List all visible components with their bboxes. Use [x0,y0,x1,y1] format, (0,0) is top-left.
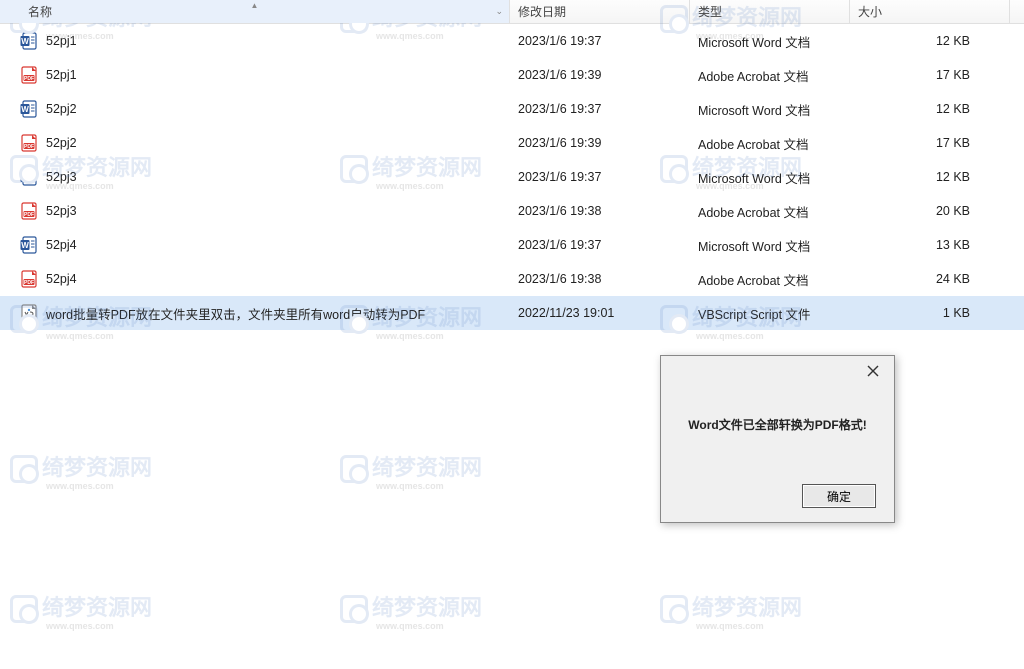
file-name-cell[interactable]: 52pj4 [0,236,510,254]
file-name-text: 52pj1 [46,34,77,48]
column-type-label: 类型 [698,3,722,20]
word-file-icon [20,236,38,254]
file-type-cell: Microsoft Word 文档 [690,32,850,51]
column-date-label: 修改日期 [518,3,566,20]
file-date-cell: 2023/1/6 19:37 [510,170,690,184]
file-size-cell: 13 KB [850,238,1010,252]
file-type-cell: VBScript Script 文件 [690,304,850,323]
file-size-cell: 1 KB [850,306,1010,320]
file-type-cell: Adobe Acrobat 文档 [690,202,850,221]
close-icon[interactable] [860,360,886,382]
pdf-file-icon [20,202,38,220]
file-row[interactable]: 52pj3 2023/1/6 19:38Adobe Acrobat 文档20 KB [0,194,1024,228]
file-date-cell: 2022/11/23 19:01 [510,306,690,320]
file-name-text: 52pj4 [46,272,77,286]
file-type-cell: Adobe Acrobat 文档 [690,270,850,289]
word-file-icon [20,32,38,50]
dialog-message: Word文件已全部轩换为PDF格式! [661,386,894,443]
file-name-cell[interactable]: 52pj3 [0,168,510,186]
file-name-text: 52pj4 [46,238,77,252]
file-name-cell[interactable]: word批量转PDF放在文件夹里双击，文件夹里所有word自动转为PDF [0,304,510,323]
file-row[interactable]: 52pj1 2023/1/6 19:37Microsoft Word 文档12 K… [0,24,1024,58]
message-dialog: Word文件已全部轩换为PDF格式! 确定 [660,355,895,523]
file-row[interactable]: word批量转PDF放在文件夹里双击，文件夹里所有word自动转为PDF 2022… [0,296,1024,330]
pdf-file-icon [20,270,38,288]
file-row[interactable]: 52pj3 2023/1/6 19:37Microsoft Word 文档12 K… [0,160,1024,194]
file-name-cell[interactable]: 52pj4 [0,270,510,288]
watermark-text: 绮梦资源网 [372,595,482,620]
sort-ascending-icon: ▲ [251,1,259,10]
file-size-cell: 12 KB [850,34,1010,48]
column-header-size[interactable]: 大小 [850,0,1010,23]
column-header-name[interactable]: 名称 ▲ ⌄ [0,0,510,23]
file-name-text: 52pj3 [46,204,77,218]
file-size-cell: 24 KB [850,272,1010,286]
file-type-cell: Microsoft Word 文档 [690,236,850,255]
file-name-text: 52pj2 [46,136,77,150]
file-row[interactable]: 52pj2 2023/1/6 19:39Adobe Acrobat 文档17 KB [0,126,1024,160]
file-name-cell[interactable]: 52pj1 [0,32,510,50]
file-size-cell: 17 KB [850,136,1010,150]
watermark-url: www.qmes.com [376,331,482,341]
chevron-down-icon[interactable]: ⌄ [495,6,503,17]
pdf-file-icon [20,134,38,152]
file-row[interactable]: 52pj1 2023/1/6 19:39Adobe Acrobat 文档17 KB [0,58,1024,92]
file-name-cell[interactable]: 52pj1 [0,66,510,84]
watermark-url: www.qmes.com [376,481,482,491]
watermark-text: 绮梦资源网 [372,455,482,480]
watermark-text: 绮梦资源网 [42,595,152,620]
file-row[interactable]: 52pj2 2023/1/6 19:37Microsoft Word 文档12 K… [0,92,1024,126]
file-type-cell: Adobe Acrobat 文档 [690,66,850,85]
dialog-titlebar[interactable] [661,356,894,386]
column-header-date[interactable]: 修改日期 [510,0,690,23]
file-size-cell: 12 KB [850,102,1010,116]
file-size-cell: 20 KB [850,204,1010,218]
file-date-cell: 2023/1/6 19:37 [510,102,690,116]
word-file-icon [20,100,38,118]
word-file-icon [20,168,38,186]
column-size-label: 大小 [858,3,882,20]
column-header-row: 名称 ▲ ⌄ 修改日期 类型 大小 [0,0,1024,24]
column-header-type[interactable]: 类型 [690,0,850,23]
watermark-url: www.qmes.com [46,481,152,491]
file-name-cell[interactable]: 52pj2 [0,134,510,152]
watermark-url: www.qmes.com [376,621,482,631]
vbs-file-icon [20,304,38,322]
file-list: 52pj12023/1/6 19:37Microsoft Word 文档12 K… [0,24,1024,330]
file-name-text: 52pj2 [46,102,77,116]
file-row[interactable]: 52pj4 2023/1/6 19:38Adobe Acrobat 文档24 KB [0,262,1024,296]
ok-button[interactable]: 确定 [802,484,876,508]
file-date-cell: 2023/1/6 19:37 [510,34,690,48]
file-date-cell: 2023/1/6 19:39 [510,136,690,150]
file-name-text: word批量转PDF放在文件夹里双击，文件夹里所有word自动转为PDF [46,304,425,323]
file-row[interactable]: 52pj4 2023/1/6 19:37Microsoft Word 文档13 K… [0,228,1024,262]
file-date-cell: 2023/1/6 19:38 [510,272,690,286]
file-name-cell[interactable]: 52pj3 [0,202,510,220]
pdf-file-icon [20,66,38,84]
file-name-text: 52pj1 [46,68,77,82]
file-name-cell[interactable]: 52pj2 [0,100,510,118]
file-size-cell: 12 KB [850,170,1010,184]
watermark-url: www.qmes.com [696,331,802,341]
file-type-cell: Microsoft Word 文档 [690,168,850,187]
watermark-url: www.qmes.com [696,621,802,631]
watermark-text: 绮梦资源网 [42,455,152,480]
watermark-url: www.qmes.com [46,331,152,341]
file-date-cell: 2023/1/6 19:39 [510,68,690,82]
file-date-cell: 2023/1/6 19:37 [510,238,690,252]
file-name-text: 52pj3 [46,170,77,184]
watermark-text: 绮梦资源网 [692,595,802,620]
file-type-cell: Microsoft Word 文档 [690,100,850,119]
file-size-cell: 17 KB [850,68,1010,82]
file-type-cell: Adobe Acrobat 文档 [690,134,850,153]
column-name-label: 名称 [28,3,52,20]
file-date-cell: 2023/1/6 19:38 [510,204,690,218]
watermark-url: www.qmes.com [46,621,152,631]
